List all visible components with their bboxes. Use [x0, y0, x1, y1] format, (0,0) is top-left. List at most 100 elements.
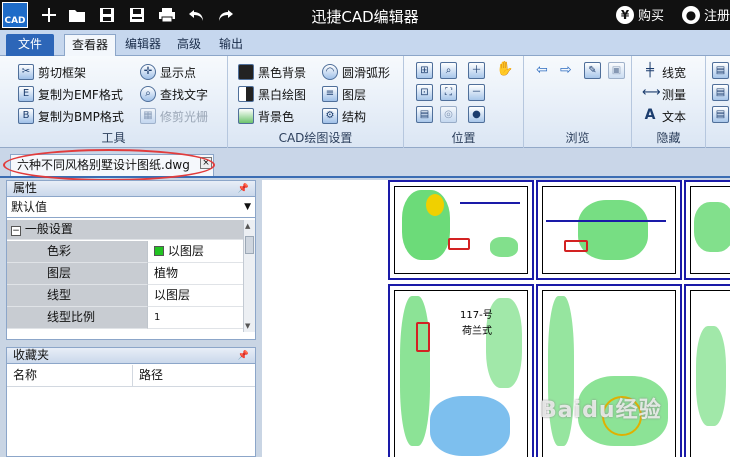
zoom-window-icon[interactable]: ⊞ [416, 62, 433, 79]
buy-button[interactable]: ¥ 购买 [616, 5, 664, 24]
structure-button[interactable]: ⚙ 结构 [322, 106, 366, 126]
property-row[interactable]: 线型 以图层 [7, 285, 243, 307]
show-points-button[interactable]: ✛ 显示点 [140, 62, 196, 82]
ribbon-group-cad-settings: 黑色背景 黑白绘图 背景色 ◠ 圆滑弧形 ≡ 图层 ⚙ 结构 CAD绘图设置 [228, 56, 404, 148]
close-icon[interactable]: × [200, 157, 212, 169]
drawing-sheet: 117-号 荷兰式 [388, 284, 534, 457]
black-white-icon [238, 86, 254, 102]
drawing-sheet [536, 284, 682, 457]
title-bar: CAD 迅捷CAD编辑器 ¥ 购买 ● 注册 [0, 0, 730, 30]
bw-drawing-button[interactable]: 黑白绘图 [238, 84, 306, 104]
general-settings-section[interactable]: − 一般设置 [7, 220, 243, 240]
tab-advanced[interactable]: 高级 [170, 34, 208, 56]
tab-editor[interactable]: 编辑器 [118, 34, 168, 56]
black-background-button[interactable]: 黑色背景 [238, 62, 306, 82]
app-logo: CAD [2, 2, 28, 28]
properties-dropdown[interactable]: 默认值 ▼ [7, 198, 255, 218]
smooth-arc-button[interactable]: ◠ 圆滑弧形 [322, 62, 390, 82]
ribbon-group-label: CAD绘图设置 [278, 131, 353, 145]
copy-view-icon[interactable]: ▣ [608, 62, 625, 79]
pin-icon[interactable]: 📌 [238, 182, 249, 197]
measure-button[interactable]: ⟷ 测量 [642, 84, 686, 104]
property-row[interactable]: 线型比例 1 [7, 307, 243, 329]
tab-output[interactable]: 输出 [212, 34, 250, 56]
new-file-icon[interactable] [38, 4, 60, 26]
drawing-label: 117-号 [460, 310, 493, 321]
ribbon: ✂ 剪切框架 E 复制为EMF格式 B 复制为BMP格式 ✛ 显示点 ⌕ 查找文… [0, 56, 730, 148]
save-icon[interactable] [96, 4, 118, 26]
find-text-button[interactable]: ⌕ 查找文字 [140, 84, 208, 104]
drawing-sheet [684, 284, 730, 457]
line-width-button[interactable]: ╪ 线宽 [642, 62, 686, 82]
user-icon: ● [682, 5, 700, 24]
drawing-sheet [388, 180, 534, 280]
layers-button[interactable]: ≡ 图层 [322, 84, 366, 104]
search-icon: ⌕ [140, 86, 156, 102]
text-a-icon: A [644, 107, 656, 123]
ribbon-group-hidden: ╪ 线宽 ⟷ 测量 A 文本 隐藏 [632, 56, 706, 148]
overflow-tool-icon-1[interactable]: ▤ [712, 62, 729, 79]
open-folder-icon[interactable] [66, 4, 88, 26]
collapse-icon[interactable]: − [11, 226, 21, 236]
favorites-title: 收藏夹 [13, 348, 50, 362]
prev-view-icon[interactable]: ▤ [416, 106, 433, 123]
register-button[interactable]: ● 注册 [682, 5, 730, 24]
arc-icon: ◠ [322, 64, 338, 80]
drawing-label: 荷兰式 [462, 326, 492, 337]
document-tab-bar: 六种不同风格别墅设计图纸.dwg × [0, 148, 730, 178]
zoom-realtime-icon[interactable]: ◎ [440, 106, 457, 123]
layers-icon: ≡ [322, 86, 338, 102]
copy-emf-button[interactable]: E 复制为EMF格式 [18, 84, 123, 104]
property-row[interactable]: 色彩 以图层 [7, 241, 243, 263]
properties-scrollbar[interactable]: ▲ ▼ [243, 220, 255, 332]
overflow-tool-icon-3[interactable]: ▤ [712, 106, 729, 123]
undo-icon[interactable] [186, 4, 208, 26]
scroll-up-icon[interactable]: ▲ [245, 222, 250, 230]
orbit-icon[interactable]: ● [468, 106, 485, 123]
zoom-select-icon[interactable]: ⌕ [440, 62, 457, 79]
tab-file[interactable]: 文件 [6, 34, 54, 56]
back-arrow-icon[interactable]: ⇦ [536, 62, 548, 78]
copy-bmp-button[interactable]: B 复制为BMP格式 [18, 106, 124, 126]
text-button[interactable]: A 文本 [642, 106, 686, 126]
property-row[interactable]: 图层 植物 [7, 263, 243, 285]
trim-raster-icon: ▦ [140, 108, 156, 124]
ribbon-group-tools: ✂ 剪切框架 E 复制为EMF格式 B 复制为BMP格式 ✛ 显示点 ⌕ 查找文… [0, 56, 228, 148]
ribbon-tab-bar: 文件 查看器 编辑器 高级 输出 [0, 30, 730, 56]
save-as-icon[interactable] [126, 4, 148, 26]
crosshair-icon: ✛ [140, 64, 156, 80]
forward-arrow-icon[interactable]: ⇨ [560, 62, 572, 78]
redo-icon[interactable] [214, 4, 236, 26]
column-header-path[interactable]: 路径 [133, 365, 255, 387]
document-tab[interactable]: 六种不同风格别墅设计图纸.dwg [10, 154, 214, 176]
bmp-icon: B [18, 108, 34, 124]
line-width-icon: ╪ [646, 63, 654, 78]
scissors-icon: ✂ [18, 64, 34, 80]
color-swatch [154, 246, 164, 256]
scroll-down-icon[interactable]: ▼ [245, 322, 250, 330]
chevron-down-icon: ▼ [244, 202, 251, 212]
ribbon-group-label: 浏览 [565, 131, 590, 145]
pan-hand-icon[interactable]: ✋ [496, 62, 513, 79]
emf-icon: E [18, 86, 34, 102]
extents-icon[interactable]: ⛶ [440, 84, 457, 101]
properties-panel-header: 属性 📌 [7, 181, 255, 197]
fit-icon[interactable]: ⊡ [416, 84, 433, 101]
background-color-button[interactable]: 背景色 [238, 106, 294, 126]
print-icon[interactable] [156, 4, 178, 26]
ribbon-group-label: 隐藏 [656, 131, 681, 145]
ruler-icon: ⟷ [642, 85, 661, 100]
clip-frame-button[interactable]: ✂ 剪切框架 [18, 62, 86, 82]
zoom-in-icon[interactable]: ＋ [468, 62, 485, 79]
zoom-out-icon[interactable]: － [468, 84, 485, 101]
scroll-thumb[interactable] [245, 236, 254, 254]
structure-icon: ⚙ [322, 108, 338, 124]
overflow-tool-icon-2[interactable]: ▤ [712, 84, 729, 101]
tab-viewer[interactable]: 查看器 [64, 34, 117, 56]
column-header-name[interactable]: 名称 [7, 365, 133, 387]
yen-icon: ¥ [616, 5, 634, 24]
pin-icon[interactable]: 📌 [238, 349, 249, 364]
edit-icon[interactable]: ✎ [584, 62, 601, 79]
document-tab-label: 六种不同风格别墅设计图纸.dwg [17, 158, 190, 172]
trim-raster-button[interactable]: ▦ 修剪光栅 [140, 106, 208, 126]
